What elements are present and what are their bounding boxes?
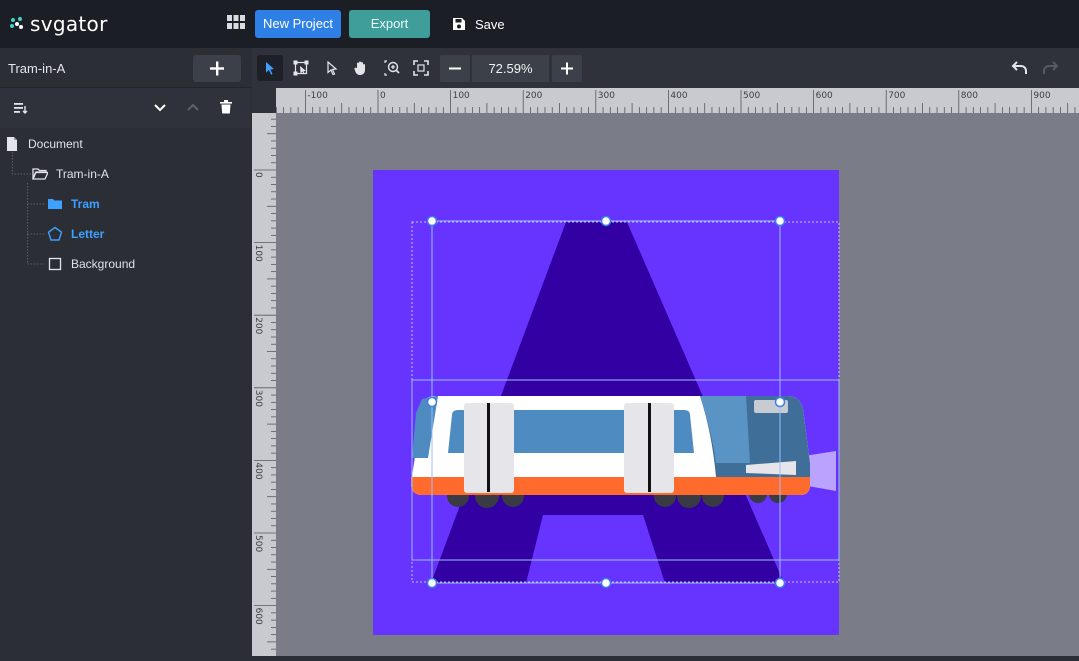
ruler-label: 500 — [743, 91, 760, 101]
plus-icon — [210, 61, 224, 76]
export-button[interactable]: Export — [349, 10, 430, 38]
resize-handle[interactable] — [774, 215, 786, 227]
tree-item-tram[interactable]: Tram — [47, 189, 100, 219]
zoom-out-button[interactable] — [440, 55, 470, 82]
canvas-toolbar: 72.59% — [252, 48, 1079, 88]
hand-tool[interactable] — [348, 55, 374, 81]
zoom-in-button[interactable] — [552, 55, 582, 82]
select-tool[interactable] — [257, 55, 283, 81]
select-arrow-icon — [266, 62, 274, 75]
ruler-label: 300 — [253, 390, 263, 407]
ruler-label: 400 — [253, 462, 263, 479]
ruler-label: 700 — [888, 91, 905, 101]
new-project-button[interactable]: New Project — [255, 10, 341, 38]
node-tool[interactable] — [319, 55, 345, 81]
node-select-icon — [327, 61, 338, 75]
move-up-icon[interactable] — [186, 102, 200, 114]
layer-tree: Document Tram-in-A Tram Letter Backgroun… — [0, 128, 251, 656]
artboard-svg — [373, 170, 840, 635]
project-header: Tram-in-A — [0, 48, 251, 88]
ruler-label: 300 — [598, 91, 615, 101]
zoom-area-icon — [384, 60, 400, 76]
ruler-label: 0 — [380, 91, 386, 101]
ruler-label: 600 — [816, 91, 833, 101]
ruler-label: 400 — [670, 91, 687, 101]
resize-handle[interactable] — [426, 396, 438, 408]
resize-handle[interactable] — [774, 396, 786, 408]
ruler-label: 0 — [253, 172, 263, 178]
ruler-label: 200 — [525, 91, 542, 101]
undo-icon[interactable] — [1011, 60, 1029, 76]
resize-handle[interactable] — [774, 577, 786, 589]
move-down-icon[interactable] — [153, 102, 167, 114]
dashboard-grid-icon[interactable] — [227, 15, 245, 31]
fit-screen-tool[interactable] — [408, 55, 434, 81]
ruler-top-ticks: -100 0 100 200 300 400 500 600 700 800 900 — [275, 90, 1076, 113]
ruler-left[interactable]: 0 100 200 300 400 500 600 — [252, 113, 276, 656]
plus-icon — [561, 62, 573, 75]
ruler-label: -100 — [307, 91, 328, 101]
canvas-area[interactable] — [276, 113, 1079, 656]
resize-handle[interactable] — [600, 215, 612, 227]
zoom-area-tool[interactable] — [379, 55, 405, 81]
layer-options-icon[interactable] — [14, 102, 28, 114]
add-layer-button[interactable] — [193, 55, 241, 82]
tree-item-label: Tram-in-A — [56, 167, 109, 181]
layers-sidebar: Tram-in-A Document Tram-in-A Tram Letter… — [0, 48, 251, 656]
ruler-label: 500 — [253, 535, 263, 552]
tree-item-label: Letter — [71, 227, 105, 241]
tree-item-label: Background — [71, 257, 136, 271]
ruler-label: 100 — [253, 245, 263, 262]
pentagon-icon — [47, 226, 63, 241]
square-icon — [48, 257, 62, 271]
tram-graphic[interactable] — [411, 396, 836, 508]
ruler-label: 900 — [1033, 91, 1050, 101]
zoom-level-input[interactable]: 72.59% — [472, 55, 549, 82]
resize-handle[interactable] — [426, 215, 438, 227]
save-button[interactable]: Save — [452, 10, 505, 38]
save-label: Save — [475, 16, 505, 32]
ruler-label: 800 — [961, 91, 978, 101]
project-name[interactable]: Tram-in-A — [8, 61, 65, 76]
logo[interactable]: svgator — [8, 12, 108, 36]
hand-icon — [354, 61, 365, 75]
folder-open-icon — [32, 168, 48, 180]
ruler-top[interactable]: -100 0 100 200 300 400 500 600 700 800 900 — [275, 88, 1079, 113]
tree-item-label: Document — [28, 137, 83, 151]
fit-screen-icon — [413, 60, 429, 76]
tree-item-document[interactable]: Document — [4, 129, 83, 159]
top-bar: svgator New Project Export Save — [0, 0, 1079, 48]
delete-trash-icon[interactable] — [220, 100, 232, 114]
document-icon — [7, 137, 17, 151]
ruler-label: 100 — [453, 91, 470, 101]
tree-item-label: Tram — [71, 197, 100, 211]
ruler-label: 200 — [253, 317, 263, 334]
tree-item-background[interactable]: Background — [47, 249, 135, 279]
transform-icon — [293, 60, 309, 76]
resize-handle[interactable] — [600, 577, 612, 589]
ruler-left-ticks: 0 100 200 300 400 500 600 — [253, 118, 276, 650]
tree-item-tram-in-a[interactable]: Tram-in-A — [32, 159, 109, 189]
layer-tools — [0, 88, 251, 128]
ruler-corner — [252, 88, 276, 113]
tree-item-letter[interactable]: Letter — [47, 219, 104, 249]
redo-icon[interactable] — [1041, 60, 1059, 76]
ruler-label: 600 — [253, 608, 263, 625]
resize-handle[interactable] — [426, 577, 438, 589]
minus-icon — [449, 67, 461, 70]
transform-tool[interactable] — [288, 55, 314, 81]
folder-icon — [48, 199, 62, 209]
logo-text: svgator — [30, 12, 108, 36]
svgator-logo-icon — [10, 17, 23, 29]
save-disk-icon — [453, 18, 465, 30]
